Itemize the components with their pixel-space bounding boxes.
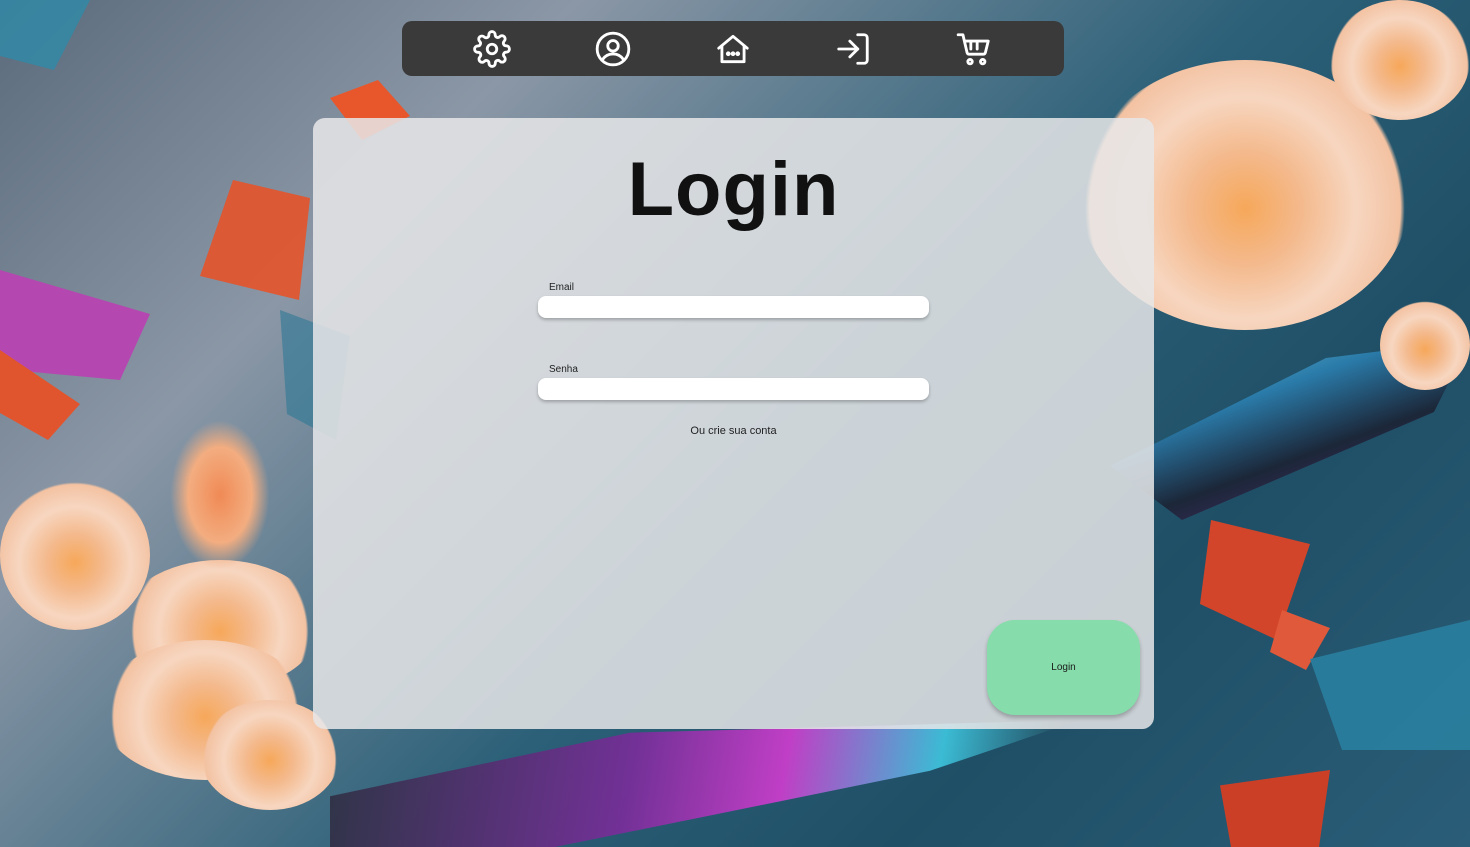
page-title: Login bbox=[627, 147, 840, 232]
background-flower bbox=[1380, 300, 1470, 390]
email-label: Email bbox=[549, 282, 575, 293]
create-account-link[interactable]: Ou crie sua conta bbox=[313, 425, 1154, 437]
gear-icon bbox=[473, 29, 511, 68]
password-field[interactable] bbox=[538, 378, 929, 400]
user-circle-icon bbox=[595, 31, 630, 66]
top-navbar bbox=[402, 21, 1064, 76]
background-shape bbox=[1310, 620, 1470, 750]
password-label: Senha bbox=[549, 364, 578, 375]
background-swoosh bbox=[330, 720, 1080, 847]
background-shape bbox=[1220, 770, 1330, 847]
home-icon bbox=[717, 34, 749, 63]
login-card: Login Email Senha Ou crie sua conta Logi… bbox=[313, 118, 1154, 729]
cart-icon bbox=[956, 32, 990, 65]
cart-button[interactable] bbox=[950, 25, 998, 73]
login-button[interactable]: Login bbox=[987, 620, 1140, 715]
profile-button[interactable] bbox=[589, 25, 637, 73]
email-field[interactable] bbox=[538, 296, 929, 318]
background-shape bbox=[200, 180, 310, 300]
settings-button[interactable] bbox=[468, 25, 516, 73]
sign-in-button[interactable] bbox=[829, 25, 877, 73]
background-shape bbox=[0, 0, 90, 70]
home-button[interactable] bbox=[709, 25, 757, 73]
sign-in-icon bbox=[837, 32, 870, 65]
background-flower bbox=[170, 420, 270, 570]
background-shape bbox=[0, 270, 150, 380]
background-flower bbox=[1330, 0, 1470, 120]
login-page: Login Email Senha Ou crie sua conta Logi… bbox=[0, 0, 1470, 847]
